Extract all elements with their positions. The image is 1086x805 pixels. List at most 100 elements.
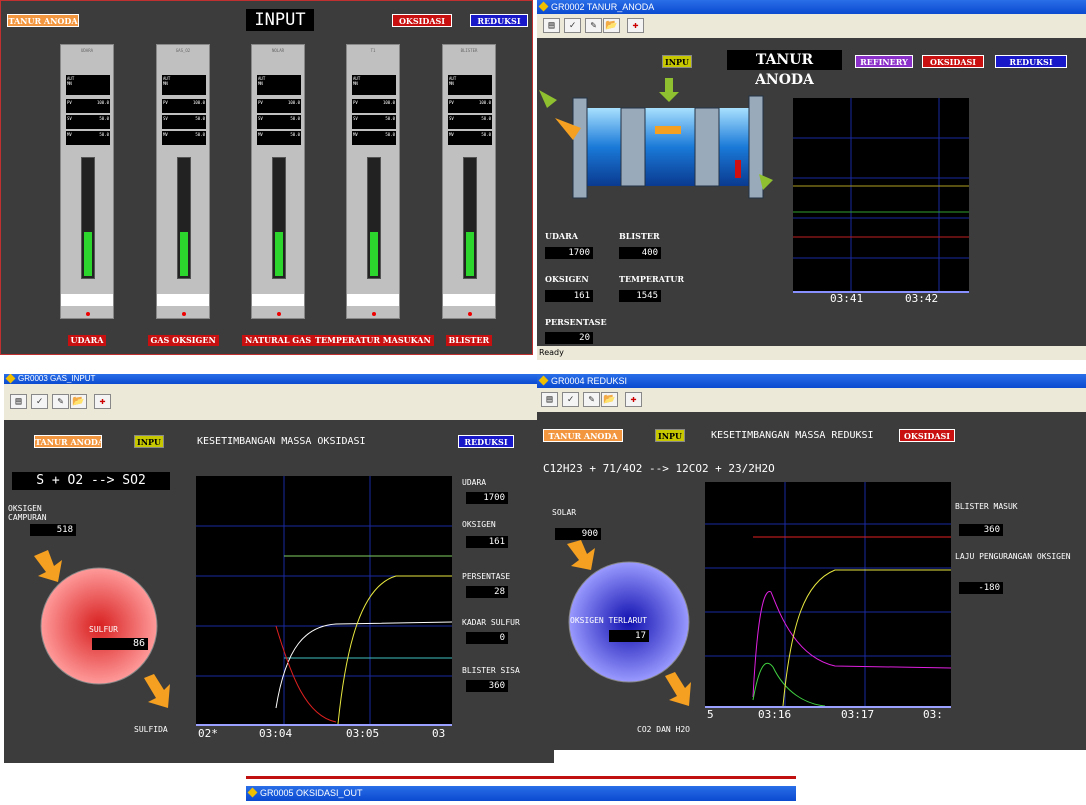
folder-icon[interactable]: 📂 [601, 392, 618, 407]
faceplate-3[interactable]: T1 AUT MN PV 100.0 SV 50.0 MV 50.0 [346, 44, 400, 319]
window-titlebar-gr0003[interactable]: GR0003 GAS_INPUT [4, 374, 554, 384]
faceplate-head: BLISTER [460, 48, 478, 53]
mv-display: MV 50.0 [352, 131, 396, 145]
edit-icon[interactable]: ✎ [585, 18, 602, 33]
output-bar[interactable] [347, 294, 399, 306]
oksidasi-button[interactable]: OKSIDASI [899, 429, 955, 442]
blister-sisa-value: 360 [466, 680, 508, 692]
blister-masuk-value: 360 [959, 524, 1003, 536]
oksigen-value: 161 [466, 536, 508, 548]
tag-1[interactable]: GAS OKSIGEN [147, 335, 219, 346]
tanur-anoda-button[interactable]: TANUR ANODA [543, 429, 623, 442]
kadar-sulfur-label: KADAR SULFUR [462, 618, 520, 627]
sulfur-sphere [34, 550, 170, 708]
output-bar[interactable] [443, 294, 495, 306]
time-label: 03:05 [346, 727, 380, 740]
blister-sisa-label: BLISTER SISA [462, 666, 520, 675]
reduksi-button[interactable]: REDUKSI [458, 435, 514, 448]
sulfur-label: SULFUR [89, 625, 118, 634]
tanur-anoda-heading: TANUR ANODA [727, 50, 842, 88]
sv-display: SV 50.0 [352, 115, 396, 129]
oksidasi-button[interactable]: OKSIDASI [922, 55, 984, 68]
faceplate-head: T1 [370, 48, 376, 53]
oksigen-terlarut-value: 17 [609, 630, 649, 642]
check-icon[interactable]: ✓ [564, 18, 581, 33]
tanur-anoda-panel: INPU TANUR ANODA REFINERY OKSIDASI REDUK… [537, 38, 1086, 346]
sulfida-label: SULFIDA [134, 725, 168, 734]
sulfur-value: 86 [92, 638, 148, 650]
tag-4[interactable]: BLISTER [445, 335, 493, 346]
level-fill [180, 232, 188, 276]
mode-display: AUT MN [448, 75, 492, 95]
output-bar[interactable] [157, 294, 209, 306]
status-bar: Ready [537, 346, 1086, 360]
oksigen-value: 161 [545, 290, 593, 302]
mode-display: AUT MN [66, 75, 110, 95]
inpu-button[interactable]: INPU [655, 429, 685, 442]
window-titlebar-gr0002[interactable]: GR0002 TANUR_ANODA [537, 0, 1086, 14]
edit-icon[interactable]: ✎ [52, 394, 69, 409]
co2-h2o-label: CO2 DAN H2O [637, 725, 690, 734]
pv-display: PV 100.0 [66, 99, 110, 113]
temperatur-value: 1545 [619, 290, 661, 302]
edit-icon[interactable]: ✎ [583, 392, 600, 407]
window-titlebar-gr0005[interactable]: GR0005 OKSIDASI_OUT [246, 786, 796, 801]
print-icon[interactable]: ▤ [543, 18, 560, 33]
time-label: 02* [198, 727, 218, 740]
udara-value: 1700 [466, 492, 508, 504]
window-title: GR0002 TANUR_ANODA [551, 2, 655, 12]
sv-display: SV 50.0 [162, 115, 206, 129]
mode-display: AUT MN [162, 75, 206, 95]
level-fill [275, 232, 283, 276]
add-window-icon[interactable]: ✚ [627, 18, 644, 33]
level-fill [466, 232, 474, 276]
window-titlebar-gr0004[interactable]: GR0004 REDUKSI [537, 374, 1086, 388]
inpu-button[interactable]: INPU [134, 435, 164, 448]
add-window-icon[interactable]: ✚ [94, 394, 111, 409]
output-bar[interactable] [61, 294, 113, 306]
check-icon[interactable]: ✓ [31, 394, 48, 409]
time-label: 5 [707, 708, 714, 721]
folder-icon[interactable]: 📂 [70, 394, 87, 409]
refinery-button[interactable]: REFINERY [855, 55, 913, 68]
tag-0[interactable]: UDARA [67, 335, 107, 346]
persentase-label: PERSENTASE [545, 317, 607, 327]
pv-display: PV 100.0 [352, 99, 396, 113]
mv-display: MV 50.0 [257, 131, 301, 145]
mv-display: MV 50.0 [66, 131, 110, 145]
toolbar: ▤ ✓ ✎ 📂 ✚ [537, 14, 1086, 38]
blister-value: 400 [619, 247, 661, 259]
level-bar [463, 157, 477, 279]
arrow-icon [567, 540, 595, 570]
faceplate-2[interactable]: NOLAR AUT MN PV 100.0 SV 50.0 MV 50.0 [251, 44, 305, 319]
faceplate-1[interactable]: GAS_O2 AUT MN PV 100.0 SV 50.0 MV 50.0 [156, 44, 210, 319]
trend-chart [793, 98, 969, 293]
pv-display: PV 100.0 [448, 99, 492, 113]
folder-icon[interactable]: 📂 [603, 18, 620, 33]
tanur-anoda-button[interactable]: TANUR ANODA [34, 435, 102, 448]
output-bar[interactable] [252, 294, 304, 306]
reduksi-button[interactable]: REDUKSI [470, 14, 528, 27]
check-icon[interactable]: ✓ [562, 392, 579, 407]
print-icon[interactable]: ▤ [10, 394, 27, 409]
app-icon [538, 375, 549, 386]
faceplate-4[interactable]: BLISTER AUT MN PV 100.0 SV 50.0 MV 50.0 [442, 44, 496, 319]
window-title: GR0003 GAS_INPUT [18, 374, 96, 383]
tanur-anoda-button[interactable]: TANUR ANODA [7, 14, 79, 27]
print-icon[interactable]: ▤ [541, 392, 558, 407]
app-icon [5, 374, 16, 384]
tag-3[interactable]: TEMPERATUR MASUKAN [312, 335, 434, 346]
app-icon [247, 787, 258, 798]
oksigen-label: OKSIGEN [545, 274, 589, 284]
oksidasi-button[interactable]: OKSIDASI [392, 14, 452, 27]
faceplate-head: GAS_O2 [175, 48, 191, 53]
kadar-sulfur-value: 0 [466, 632, 508, 644]
reduksi-button[interactable]: REDUKSI [995, 55, 1067, 68]
tag-2[interactable]: NATURAL GAS [242, 335, 315, 346]
add-window-icon[interactable]: ✚ [625, 392, 642, 407]
inpu-button[interactable]: INPU [662, 55, 692, 68]
faceplate-0[interactable]: UDARA AUT MN PV 100.0 SV 50.0 MV 50.0 [60, 44, 114, 319]
pv-display: PV 100.0 [257, 99, 301, 113]
level-bar [177, 157, 191, 279]
alarm-indicator [86, 312, 90, 316]
